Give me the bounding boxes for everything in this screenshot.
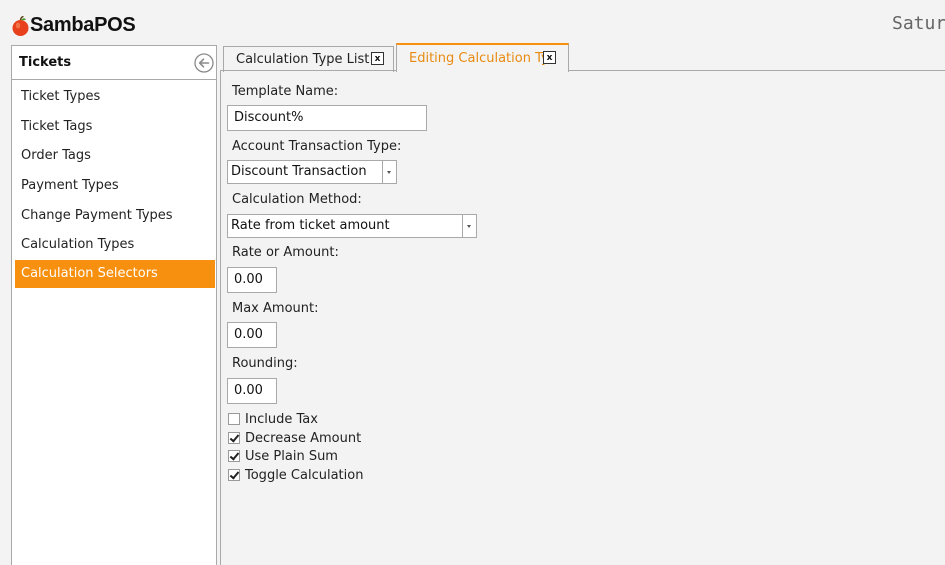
tickets-sidebar: Tickets Ticket Types Ticket Tags Order T… <box>11 45 217 565</box>
calculation-type-editor: Template Name: Discount% Account Transac… <box>221 71 945 565</box>
template-name-input[interactable]: Discount% <box>227 105 427 131</box>
toggle-calculation-checkbox[interactable]: Toggle Calculation <box>228 466 363 484</box>
max-amount-input[interactable]: 0.00 <box>227 322 277 348</box>
sidebar-item-calculation-selectors[interactable]: Calculation Selectors <box>15 260 215 288</box>
checkbox-box-checked[interactable] <box>228 432 240 444</box>
checkbox-box-checked[interactable] <box>228 450 240 462</box>
sidebar-header: Tickets <box>12 46 216 80</box>
calculation-method-value: Rate from ticket amount <box>231 218 390 233</box>
decrease-amount-checkbox[interactable]: Decrease Amount <box>228 429 361 447</box>
use-plain-sum-checkbox[interactable]: Use Plain Sum <box>228 447 338 465</box>
close-tab-icon[interactable]: x <box>371 52 384 65</box>
logo-text: SambaPOS <box>30 13 136 36</box>
sidebar-item-payment-types[interactable]: Payment Types <box>15 172 215 200</box>
tab-label: Editing Calculation Ty <box>409 51 549 66</box>
app-logo: SambaPOS <box>11 12 136 38</box>
rounding-label: Rounding: <box>232 356 298 371</box>
rate-or-amount-input[interactable]: 0.00 <box>227 267 277 293</box>
close-tab-icon[interactable]: x <box>543 51 556 64</box>
decrease-amount-label: Decrease Amount <box>245 430 362 446</box>
checkbox-box-checked[interactable] <box>228 469 240 481</box>
apple-logo-icon <box>11 15 30 36</box>
sidebar-item-ticket-tags[interactable]: Ticket Tags <box>15 113 215 141</box>
sidebar-item-calculation-types[interactable]: Calculation Types <box>15 231 215 259</box>
include-tax-label: Include Tax <box>245 411 318 427</box>
account-transaction-type-value: Discount Transaction <box>231 164 367 179</box>
document-tabs: Calculation Type List x Editing Calculat… <box>221 43 945 72</box>
top-bar: SambaPOS Satur <box>0 0 945 46</box>
toggle-calculation-label: Toggle Calculation <box>245 467 364 483</box>
chevron-down-icon[interactable] <box>382 161 396 183</box>
chevron-down-icon[interactable] <box>462 215 476 237</box>
sidebar-item-order-tags[interactable]: Order Tags <box>15 142 215 170</box>
rate-or-amount-label: Rate or Amount: <box>232 245 339 260</box>
calculation-method-label: Calculation Method: <box>232 192 362 207</box>
include-tax-checkbox[interactable]: Include Tax <box>228 410 318 428</box>
tab-label: Calculation Type List <box>236 52 370 67</box>
sidebar-title: Tickets <box>19 55 72 70</box>
use-plain-sum-label: Use Plain Sum <box>245 448 338 464</box>
calculation-method-select[interactable]: Rate from ticket amount <box>227 214 477 238</box>
account-transaction-type-label: Account Transaction Type: <box>232 139 402 154</box>
template-name-label: Template Name: <box>232 84 339 99</box>
tab-editing-calculation-type[interactable]: Editing Calculation Ty x <box>396 43 569 72</box>
rounding-input[interactable]: 0.00 <box>227 378 277 404</box>
date-clock-text: Satur <box>892 13 945 34</box>
sidebar-item-ticket-types[interactable]: Ticket Types <box>15 83 215 111</box>
sidebar-item-change-payment-types[interactable]: Change Payment Types <box>15 202 215 230</box>
account-transaction-type-select[interactable]: Discount Transaction <box>227 160 397 184</box>
tab-calculation-type-list[interactable]: Calculation Type List x <box>223 46 394 72</box>
max-amount-label: Max Amount: <box>232 301 319 316</box>
back-arrow-icon[interactable] <box>194 53 214 73</box>
checkbox-box[interactable] <box>228 413 240 425</box>
